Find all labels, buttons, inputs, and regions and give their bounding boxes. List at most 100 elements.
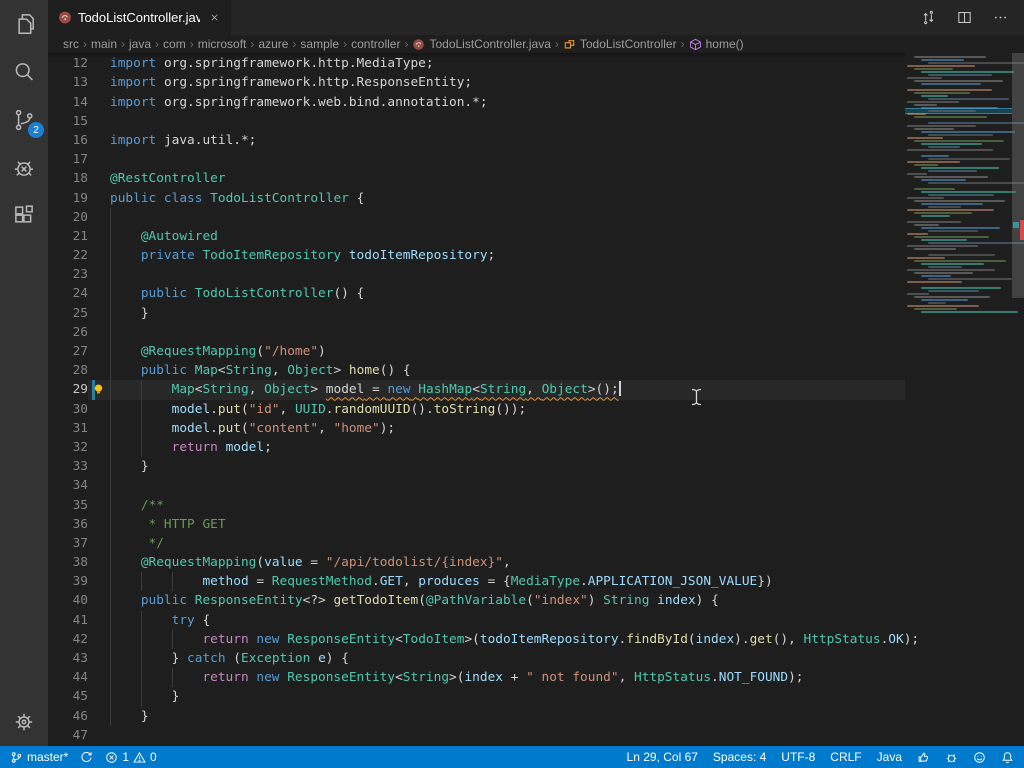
line-number[interactable]: 29 xyxy=(48,380,88,399)
status-indentation[interactable]: Spaces: 4 xyxy=(713,750,766,764)
line-number[interactable]: 45 xyxy=(48,687,88,706)
code-line-25[interactable]: 25} xyxy=(48,304,905,323)
breadcrumb-item-todolistcontroller[interactable]: TodoListController xyxy=(563,37,677,51)
code-line-34[interactable]: 34 xyxy=(48,476,905,495)
line-number[interactable]: 44 xyxy=(48,668,88,687)
status-feedback-smiley[interactable] xyxy=(973,751,986,764)
code-line-36[interactable]: 36 * HTTP GET xyxy=(48,515,905,534)
line-number[interactable]: 19 xyxy=(48,189,88,208)
code-line-21[interactable]: 21 @Autowired xyxy=(48,227,905,246)
line-number[interactable]: 41 xyxy=(48,611,88,630)
line-number[interactable]: 22 xyxy=(48,246,88,265)
open-changes-button[interactable] xyxy=(918,8,938,28)
code-line-28[interactable]: 28 public Map<String, Object> home() { xyxy=(48,361,905,380)
line-number[interactable]: 30 xyxy=(48,400,88,419)
line-number[interactable]: 17 xyxy=(48,150,88,169)
status-git-branch[interactable]: master* xyxy=(10,750,68,764)
line-number[interactable]: 38 xyxy=(48,553,88,572)
line-number[interactable]: 18 xyxy=(48,169,88,188)
code-line-43[interactable]: 43} catch (Exception e) { xyxy=(48,649,905,668)
sidebar-item-source-control[interactable]: 2 xyxy=(0,96,48,144)
line-number[interactable]: 42 xyxy=(48,630,88,649)
code-line-12[interactable]: 12 import org.springframework.http.MediaT… xyxy=(48,54,905,73)
line-number[interactable]: 36 xyxy=(48,515,88,534)
split-editor-button[interactable] xyxy=(954,8,974,28)
code-line-45[interactable]: 45} xyxy=(48,687,905,706)
code-line-17[interactable]: 17 xyxy=(48,150,905,169)
breadcrumb-item-todolistcontroller-java[interactable]: TodoListController.java xyxy=(412,37,551,51)
line-number[interactable]: 47 xyxy=(48,726,88,745)
line-number[interactable]: 37 xyxy=(48,534,88,553)
code-line-33[interactable]: 33} xyxy=(48,457,905,476)
line-number[interactable]: 31 xyxy=(48,419,88,438)
more-actions-button[interactable] xyxy=(990,8,1010,28)
line-number[interactable]: 20 xyxy=(48,208,88,227)
line-number[interactable]: 13 xyxy=(48,73,88,92)
sidebar-item-extensions[interactable] xyxy=(0,192,48,240)
tab-todolistcontroller[interactable]: TodoListController.java xyxy=(48,0,232,35)
line-number[interactable]: 46 xyxy=(48,707,88,726)
code-line-18[interactable]: 18 @RestController xyxy=(48,169,905,188)
status-encoding[interactable]: UTF-8 xyxy=(781,750,815,764)
code-line-26[interactable]: 26 xyxy=(48,323,905,342)
breadcrumb-item-src[interactable]: src xyxy=(63,37,79,51)
code-line-22[interactable]: 22 private TodoItemRepository todoItemRep… xyxy=(48,246,905,265)
breadcrumb-item-controller[interactable]: controller xyxy=(351,37,400,51)
sidebar-item-search[interactable] xyxy=(0,48,48,96)
code-line-16[interactable]: 16 import java.util.*; xyxy=(48,131,905,150)
code-line-20[interactable]: 20 xyxy=(48,208,905,227)
code-line-38[interactable]: 38 @RequestMapping(value = "/api/todolist… xyxy=(48,553,905,572)
sidebar-item-run-debug[interactable] xyxy=(0,144,48,192)
line-number[interactable]: 35 xyxy=(48,496,88,515)
scrollbar-slider[interactable] xyxy=(1012,53,1024,298)
editor[interactable]: 11import org.springframework.http.HttpSt… xyxy=(48,53,1024,746)
line-number[interactable]: 21 xyxy=(48,227,88,246)
code-line-41[interactable]: 41 try { xyxy=(48,611,905,630)
code-line-23[interactable]: 23 xyxy=(48,265,905,284)
breadcrumb-item-microsoft[interactable]: microsoft xyxy=(198,37,247,51)
code-line-14[interactable]: 14 import org.springframework.web.bind.an… xyxy=(48,93,905,112)
status-notifications[interactable] xyxy=(1001,751,1014,764)
status-eol[interactable]: CRLF xyxy=(830,750,861,764)
editor-scrollbar[interactable] xyxy=(1012,53,1024,746)
line-number[interactable]: 40 xyxy=(48,591,88,610)
code-line-44[interactable]: 44 return new ResponseEntity<String>(inde… xyxy=(48,668,905,687)
status-feedback-like[interactable] xyxy=(917,751,930,764)
breadcrumb-item-java[interactable]: java xyxy=(129,37,151,51)
code-line-29[interactable]: 29 Map<String, Object> model = new HashMa… xyxy=(48,380,905,400)
line-number[interactable]: 15 xyxy=(48,112,88,131)
code-line-15[interactable]: 15 xyxy=(48,112,905,131)
line-number[interactable]: 28 xyxy=(48,361,88,380)
code-line-30[interactable]: 30 model.put("id", UUID.randomUUID().toSt… xyxy=(48,400,905,419)
code-line-31[interactable]: 31 model.put("content", "home"); xyxy=(48,419,905,438)
breadcrumb-item-azure[interactable]: azure xyxy=(258,37,288,51)
line-number[interactable]: 12 xyxy=(48,54,88,73)
breadcrumb-item-com[interactable]: com xyxy=(163,37,186,51)
status-sync[interactable] xyxy=(80,751,93,764)
code-area[interactable]: 11import org.springframework.http.HttpSt… xyxy=(48,53,920,745)
line-number[interactable]: 25 xyxy=(48,304,88,323)
sidebar-item-explorer[interactable] xyxy=(0,0,48,48)
code-line-46[interactable]: 46} xyxy=(48,707,905,726)
status-problems[interactable]: 10 xyxy=(105,750,157,764)
code-line-47[interactable]: 47 xyxy=(48,726,905,745)
code-line-42[interactable]: 42 return new ResponseEntity<TodoItem>(to… xyxy=(48,630,920,649)
code-line-40[interactable]: 40 public ResponseEntity<?> getTodoItem(@… xyxy=(48,591,905,610)
line-number[interactable]: 24 xyxy=(48,284,88,303)
line-number[interactable]: 43 xyxy=(48,649,88,668)
breadcrumb-item-main[interactable]: main xyxy=(91,37,117,51)
line-number[interactable]: 16 xyxy=(48,131,88,150)
status-language-mode[interactable]: Java xyxy=(877,750,902,764)
line-number[interactable]: 34 xyxy=(48,476,88,495)
code-line-39[interactable]: 39 method = RequestMethod.GET, produces =… xyxy=(48,572,905,591)
breadcrumb-item-sample[interactable]: sample xyxy=(300,37,339,51)
status-cursor-position[interactable]: Ln 29, Col 67 xyxy=(627,750,698,764)
code-line-27[interactable]: 27 @RequestMapping("/home") xyxy=(48,342,905,361)
code-line-24[interactable]: 24 public TodoListController() { xyxy=(48,284,905,303)
line-number[interactable]: 39 xyxy=(48,572,88,591)
line-number[interactable]: 23 xyxy=(48,265,88,284)
minimap[interactable] xyxy=(905,53,1024,746)
line-number[interactable]: 26 xyxy=(48,323,88,342)
line-number[interactable]: 33 xyxy=(48,457,88,476)
tab-close-button[interactable] xyxy=(206,9,223,27)
